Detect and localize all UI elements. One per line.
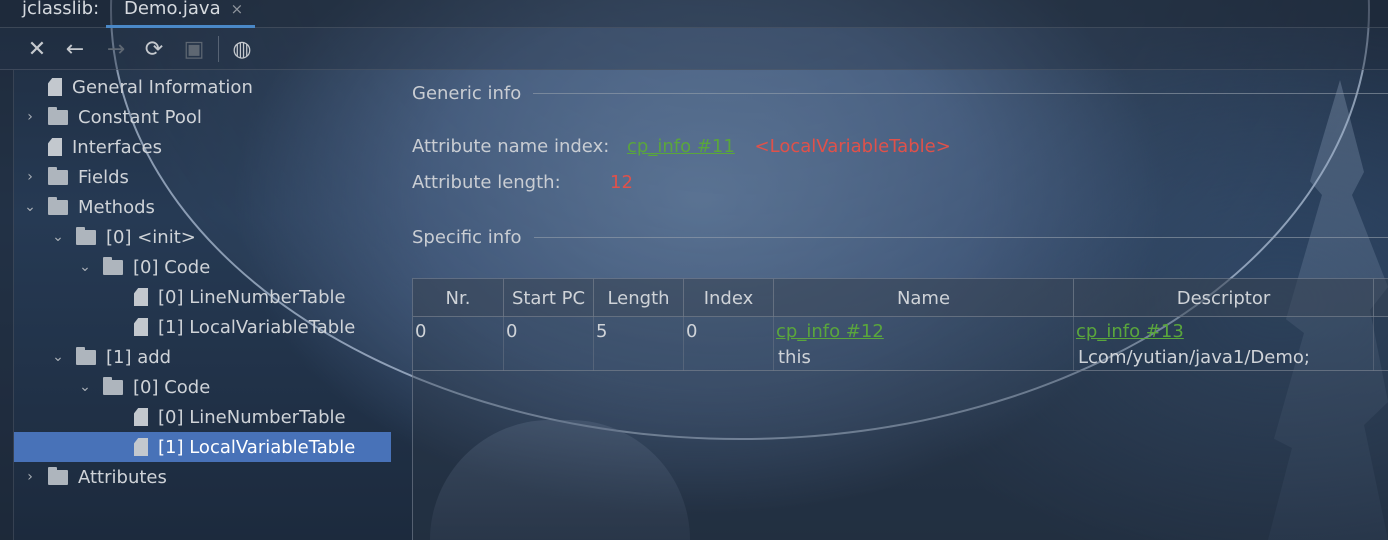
chevron-down-icon[interactable]: ⌄ xyxy=(22,199,38,215)
title-bar: jclasslib: Demo.java × xyxy=(0,0,1388,28)
tree-item-label: [0] Code xyxy=(133,376,211,398)
tree-item-method-init[interactable]: ⌄ [0] <init> xyxy=(50,222,196,252)
tab-close-icon[interactable]: × xyxy=(231,0,244,18)
table-header: Nr. Start PC Length Index Name Descripto… xyxy=(413,279,1388,317)
tree-item-fields[interactable]: › Fields xyxy=(22,162,129,192)
cell-name: cp_info #12 this xyxy=(774,317,1074,371)
chevron-right-icon[interactable]: › xyxy=(22,469,38,485)
back-arrow-icon[interactable]: ← xyxy=(63,38,87,62)
tree-item-label: Attributes xyxy=(78,466,167,488)
tree-item-constant-pool[interactable]: › Constant Pool xyxy=(22,102,202,132)
divider xyxy=(533,237,1388,238)
file-icon xyxy=(134,438,148,456)
tree-item-label: [1] add xyxy=(106,346,172,368)
attribute-name-index-row: Attribute name index: cp_info #11 <Local… xyxy=(412,136,951,157)
toolbar-separator xyxy=(218,36,219,62)
name-index-link[interactable]: cp_info #11 xyxy=(627,136,735,157)
tree-item-general-information[interactable]: General Information xyxy=(22,72,253,102)
tree-item-label: General Information xyxy=(72,76,253,98)
specific-info-header: Specific info xyxy=(412,227,1388,248)
folder-icon xyxy=(76,346,96,365)
attribute-length-row: Attribute length: 12 xyxy=(412,172,633,193)
folder-icon xyxy=(48,196,68,215)
tree-item-label: Interfaces xyxy=(72,136,162,158)
folder-icon xyxy=(76,226,96,245)
chevron-right-icon[interactable]: › xyxy=(22,169,38,185)
divider xyxy=(533,93,1388,94)
folder-icon xyxy=(103,376,123,395)
attribute-length-label: Attribute length: xyxy=(412,172,561,193)
globe-icon[interactable]: ◍ xyxy=(230,38,254,62)
descriptor-cp-info-link[interactable]: cp_info #13 xyxy=(1076,321,1184,342)
tree-item-add-code[interactable]: ⌄ [0] Code xyxy=(77,372,210,402)
tree-item-attributes[interactable]: › Attributes xyxy=(22,462,167,492)
tree-item-methods[interactable]: ⌄ Methods xyxy=(22,192,155,222)
table-row[interactable]: 0 0 5 0 cp_info #12 this cp_info #13 Lco… xyxy=(413,317,1388,371)
cell-length: 5 xyxy=(594,317,684,371)
column-header-nr[interactable]: Nr. xyxy=(413,279,504,317)
table-empty-area xyxy=(413,371,1388,540)
tree-item-label: [1] LocalVariableTable xyxy=(158,436,356,458)
file-icon xyxy=(134,408,148,426)
left-gutter xyxy=(0,70,14,540)
tree-item-label: [1] LocalVariableTable xyxy=(158,316,356,338)
local-variable-table: Nr. Start PC Length Index Name Descripto… xyxy=(412,278,1388,540)
name-index-value: <LocalVariableTable> xyxy=(754,136,951,157)
column-header-length[interactable]: Length xyxy=(594,279,684,317)
chevron-down-icon[interactable]: ⌄ xyxy=(50,229,66,245)
column-header-start-pc[interactable]: Start PC xyxy=(504,279,594,317)
tree-item-add-line-number-table[interactable]: [0] LineNumberTable xyxy=(108,402,346,432)
cell-index: 0 xyxy=(684,317,774,371)
save-icon[interactable]: ▣ xyxy=(182,38,206,62)
app-label: jclasslib: xyxy=(22,0,100,19)
toolbar: ✕ ← → ⟳ ▣ ◍ xyxy=(0,28,1388,70)
tab-demo-java[interactable]: Demo.java × xyxy=(106,0,256,28)
tree-item-label: Fields xyxy=(78,166,129,188)
cell-descriptor: cp_info #13 Lcom/yutian/java1/Demo; xyxy=(1074,317,1374,371)
forward-arrow-icon[interactable]: → xyxy=(104,38,128,62)
attribute-name-index-label: Attribute name index: xyxy=(412,136,610,157)
tree-item-method-add[interactable]: ⌄ [1] add xyxy=(50,342,171,372)
file-icon xyxy=(134,288,148,306)
tree-item-init-line-number-table[interactable]: [0] LineNumberTable xyxy=(108,282,346,312)
tree-item-init-code[interactable]: ⌄ [0] Code xyxy=(77,252,210,282)
tree-item-label: [0] LineNumberTable xyxy=(158,406,346,428)
name-cp-info-link[interactable]: cp_info #12 xyxy=(776,321,884,342)
folder-icon xyxy=(48,166,68,185)
tree-item-init-local-variable-table[interactable]: [1] LocalVariableTable xyxy=(108,312,355,342)
generic-info-header: Generic info xyxy=(412,83,1388,104)
class-structure-tree: General Information › Constant Pool Inte… xyxy=(14,72,394,540)
tree-item-label: [0] Code xyxy=(133,256,211,278)
chevron-down-icon[interactable]: ⌄ xyxy=(50,349,66,365)
tree-item-label: [0] <init> xyxy=(106,226,196,248)
chevron-down-icon[interactable]: ⌄ xyxy=(77,259,93,275)
tree-item-label: Methods xyxy=(78,196,155,218)
folder-icon xyxy=(48,466,68,485)
cell-start-pc: 0 xyxy=(504,317,594,371)
name-value: this xyxy=(778,347,811,368)
column-header-name[interactable]: Name xyxy=(774,279,1074,317)
column-header-descriptor[interactable]: Descriptor xyxy=(1074,279,1374,317)
chevron-right-icon[interactable]: › xyxy=(22,109,38,125)
section-title: Specific info xyxy=(412,227,522,248)
folder-icon xyxy=(48,106,68,125)
attribute-length-value: 12 xyxy=(610,172,633,193)
cell-nr: 0 xyxy=(413,317,504,371)
detail-panel: Generic info Attribute name index: cp_in… xyxy=(412,72,1388,540)
tree-item-label: Constant Pool xyxy=(78,106,202,128)
file-icon xyxy=(48,138,62,156)
column-header-index[interactable]: Index xyxy=(684,279,774,317)
close-icon[interactable]: ✕ xyxy=(25,38,49,62)
file-icon xyxy=(134,318,148,336)
tab-label: Demo.java xyxy=(124,0,221,19)
tree-item-label: [0] LineNumberTable xyxy=(158,286,346,308)
descriptor-value: Lcom/yutian/java1/Demo; xyxy=(1078,347,1310,368)
folder-icon xyxy=(103,256,123,275)
refresh-icon[interactable]: ⟳ xyxy=(142,38,166,62)
tree-item-interfaces[interactable]: Interfaces xyxy=(22,132,162,162)
file-icon xyxy=(48,78,62,96)
chevron-down-icon[interactable]: ⌄ xyxy=(77,379,93,395)
tree-item-add-local-variable-table[interactable]: [1] LocalVariableTable xyxy=(14,432,391,462)
section-title: Generic info xyxy=(412,83,522,104)
